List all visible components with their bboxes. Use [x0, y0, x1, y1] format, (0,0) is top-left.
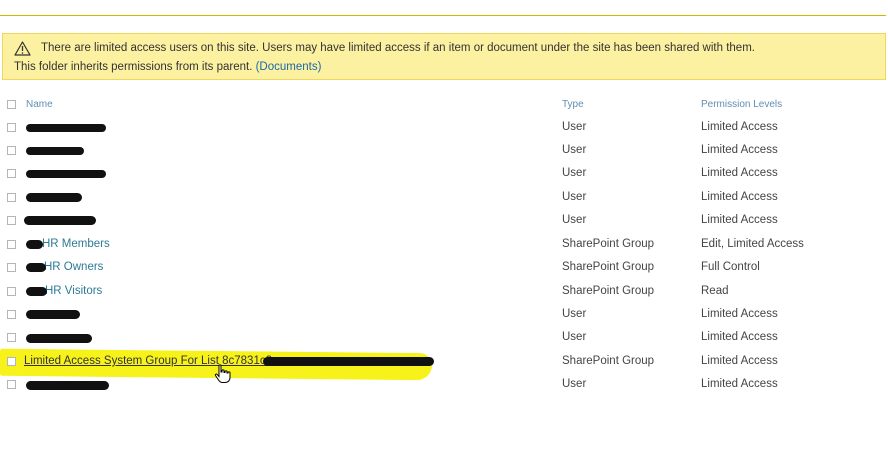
permission-level: Limited Access: [701, 378, 778, 390]
table-row[interactable]: User Limited Access: [0, 116, 888, 139]
table-row[interactable]: User Limited Access: [0, 186, 888, 209]
member-type: User: [562, 378, 587, 390]
row-checkbox[interactable]: [7, 380, 16, 389]
hand-pointer-icon: [214, 364, 231, 383]
table-row[interactable]: User Limited Access: [0, 326, 888, 349]
select-all-checkbox[interactable]: [7, 100, 16, 109]
column-header-permission-levels[interactable]: Permission Levels: [701, 99, 782, 110]
table-row-highlighted[interactable]: Limited Access System Group For List 8c7…: [0, 350, 888, 373]
row-checkbox[interactable]: [7, 123, 16, 132]
redaction-mark: [263, 357, 434, 366]
table-row[interactable]: User Limited Access: [0, 209, 888, 232]
redaction-mark: [24, 216, 96, 225]
member-type: SharePoint Group: [562, 285, 655, 297]
row-checkbox[interactable]: [7, 357, 16, 366]
permission-level: Limited Access: [701, 121, 778, 133]
member-name-link[interactable]: Limited Access System Group For List 8c7…: [24, 355, 276, 367]
row-checkbox[interactable]: [7, 310, 16, 319]
row-checkbox[interactable]: [7, 287, 16, 296]
column-header-type[interactable]: Type: [562, 99, 584, 110]
redaction-mark: [26, 147, 84, 155]
permission-level: Limited Access: [701, 331, 778, 343]
documents-link[interactable]: (Documents): [256, 61, 322, 73]
table-row[interactable]: User Limited Access: [0, 303, 888, 326]
column-header-name[interactable]: Name: [26, 99, 53, 110]
table-row[interactable]: HR Members SharePoint Group Edit, Limite…: [0, 233, 888, 256]
row-checkbox[interactable]: [7, 263, 16, 272]
member-type: User: [562, 308, 587, 320]
redaction-mark: [26, 170, 106, 178]
permission-level: Limited Access: [701, 144, 778, 156]
redaction-mark: [26, 310, 80, 319]
permission-level: Limited Access: [701, 355, 778, 367]
member-type: User: [562, 167, 587, 179]
member-type: User: [562, 144, 587, 156]
row-checkbox[interactable]: [7, 333, 16, 342]
permission-level: Edit, Limited Access: [701, 238, 804, 250]
warning-triangle-icon: [14, 41, 31, 56]
member-name-link[interactable]: HR Members: [42, 238, 110, 250]
permission-level: Full Control: [701, 261, 760, 273]
redaction-mark: [26, 287, 47, 296]
member-name-link[interactable]: HR Owners: [44, 261, 103, 273]
row-checkbox[interactable]: [7, 240, 16, 249]
table-row[interactable]: User Limited Access: [0, 139, 888, 162]
redaction-mark: [26, 124, 106, 132]
member-type: User: [562, 121, 587, 133]
member-type: User: [562, 191, 587, 203]
table-row[interactable]: HR Owners SharePoint Group Full Control: [0, 256, 888, 279]
inherit-text: This folder inherits permissions from it…: [14, 61, 253, 73]
row-checkbox[interactable]: [7, 169, 16, 178]
top-divider: [0, 15, 886, 16]
member-type: User: [562, 214, 587, 226]
member-name-link[interactable]: HR Visitors: [45, 285, 102, 297]
permission-level: Limited Access: [701, 308, 778, 320]
member-type: SharePoint Group: [562, 238, 655, 250]
table-row[interactable]: HR Visitors SharePoint Group Read: [0, 280, 888, 303]
redaction-mark: [26, 240, 43, 249]
table-row[interactable]: User Limited Access: [0, 162, 888, 185]
inherit-message: This folder inherits permissions from it…: [14, 61, 321, 73]
row-checkbox[interactable]: [7, 216, 16, 225]
redaction-mark: [26, 193, 82, 202]
limited-access-banner: There are limited access users on this s…: [2, 33, 886, 80]
member-type: User: [562, 331, 587, 343]
permission-level: Limited Access: [701, 191, 778, 203]
permission-level: Limited Access: [701, 167, 778, 179]
redaction-mark: [26, 334, 92, 343]
permission-level: Read: [701, 285, 729, 297]
permission-level: Limited Access: [701, 214, 778, 226]
redaction-mark: [26, 381, 109, 390]
table-row[interactable]: User Limited Access: [0, 373, 888, 396]
redaction-mark: [26, 263, 46, 272]
banner-message: There are limited access users on this s…: [41, 42, 755, 54]
row-checkbox[interactable]: [7, 193, 16, 202]
member-type: SharePoint Group: [562, 261, 655, 273]
row-checkbox[interactable]: [7, 146, 16, 155]
member-type: SharePoint Group: [562, 355, 655, 367]
